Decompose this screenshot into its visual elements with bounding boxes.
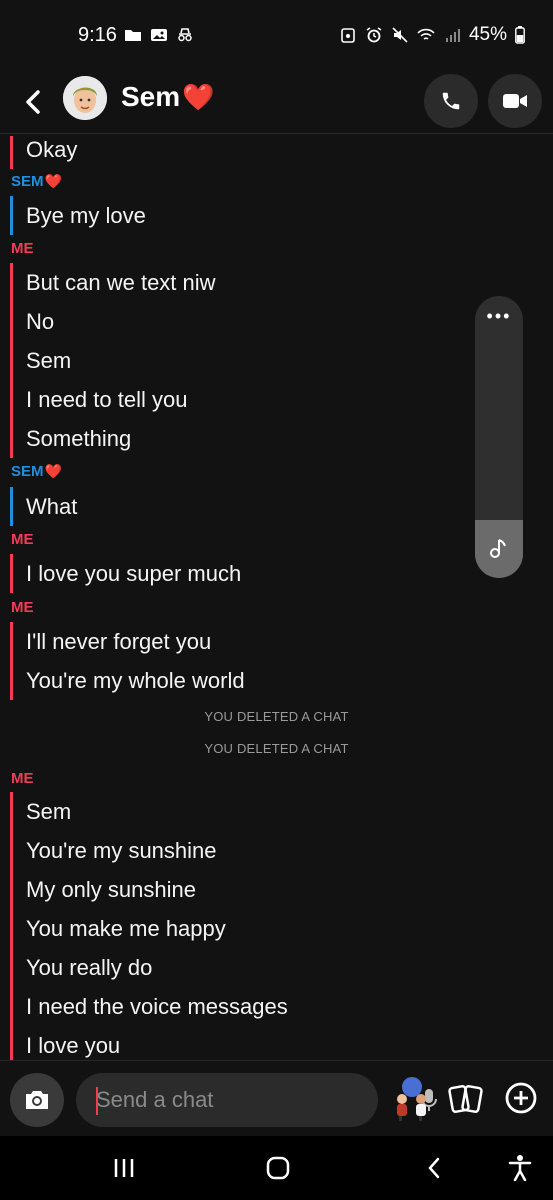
heart-emoji: ❤️ [182,81,215,112]
message-group-me: Okay [10,136,77,169]
chat-message[interactable]: You make me happy [13,909,288,948]
chat-input[interactable] [96,1073,326,1127]
cards-icon [448,1085,483,1113]
wifi-icon [417,28,435,40]
chat-message[interactable]: You're my sunshine [13,831,288,870]
chat-message[interactable]: What [13,487,77,526]
heart-emoji: ❤️ [44,463,62,479]
status-bar: 9:16 45% [0,0,553,70]
message-group-sem: What [10,487,77,526]
message-group-me: I love you super much [10,554,241,593]
folder-icon [125,30,141,41]
status-right: 45% [339,24,525,46]
chat-message[interactable]: I love you [13,1026,288,1060]
sender-label-me: ME [11,599,34,616]
chat-message[interactable]: But can we text niw [13,263,216,302]
deleted-chat-notice: YOU DELETED A CHAT [204,709,349,724]
nav-back-button[interactable] [414,1150,454,1186]
chat-message[interactable]: Sem [13,341,216,380]
chevron-left-icon [26,90,40,114]
chat-message[interactable]: You really do [13,948,288,987]
signal-icon [445,29,460,42]
system-nav-bar [0,1136,553,1200]
chat-message[interactable]: I love you super much [13,554,241,593]
add-button[interactable] [504,1081,538,1115]
chat-message[interactable]: Bye my love [13,196,146,235]
vpn-icon [341,28,355,43]
sender-label-me: ME [11,531,34,548]
status-left-icons [124,27,194,43]
message-group-me: Sem You're my sunshine My only sunshine … [10,792,288,1060]
chat-message[interactable]: My only sunshine [13,870,288,909]
chat-message[interactable]: I need to tell you [13,380,216,419]
recents-icon [114,1159,134,1177]
heart-emoji: ❤️ [44,173,62,189]
sender-label-sem: SEM ❤️ [11,173,62,190]
stickers-button[interactable] [448,1081,484,1117]
back-button[interactable] [18,80,48,124]
call-button[interactable] [424,74,478,128]
image-icon [151,29,167,41]
chat-message[interactable]: No [13,302,216,341]
more-options-icon[interactable]: ••• [475,306,523,327]
text-caret [96,1087,98,1115]
battery-icon [515,26,525,44]
music-note-icon [490,539,506,558]
sender-label-me: ME [11,770,34,787]
message-group-me: But can we text niw No Sem I need to tel… [10,263,216,458]
bitmoji-friends-icon [397,1077,426,1121]
status-time: 9:16 [78,24,117,46]
bitmoji-button[interactable] [390,1075,434,1121]
floating-scroll-widget[interactable]: ••• [475,296,523,578]
home-button[interactable] [258,1150,298,1186]
accessibility-button[interactable] [500,1150,540,1186]
sender-label-sem: SEM ❤️ [11,463,62,480]
chat-message[interactable]: Sem [13,792,288,831]
chat-header: Sem ❤️ [0,70,553,134]
message-group-me: I'll never forget you You're my whole wo… [10,622,245,700]
chat-message[interactable]: I'll never forget you [13,622,245,661]
camera-button[interactable] [10,1073,64,1127]
camera-icon [26,1091,48,1109]
composer-bar [0,1060,553,1136]
accessibility-icon [508,1155,532,1182]
home-icon [266,1156,290,1180]
message-group-sem: Bye my love [10,196,146,235]
incognito-icon [178,28,192,42]
recents-button[interactable] [104,1150,144,1186]
contact-name-text: Sem [121,81,181,112]
chat-message[interactable]: Okay [13,136,77,169]
back-icon [428,1157,440,1179]
battery-percent: 45% [468,24,507,45]
deleted-chat-notice: YOU DELETED A CHAT [204,741,349,756]
video-icon [503,94,527,108]
video-call-button[interactable] [488,74,542,128]
chat-message[interactable]: I need the voice messages [13,987,288,1026]
chat-thread[interactable]: Okay SEM ❤️ Bye my love ME But can we tex… [0,136,553,1060]
avatar[interactable] [63,76,107,120]
plus-circle-icon [505,1082,537,1114]
phone-icon [442,92,460,110]
chat-message[interactable]: Something [13,419,216,458]
chat-input-container[interactable] [76,1073,437,1127]
alarm-icon [366,27,382,43]
sender-label-me: ME [11,240,34,257]
bitmoji-avatar-icon [63,76,107,120]
scroll-handle[interactable] [475,520,523,578]
mute-icon [392,27,408,43]
contact-name[interactable]: Sem ❤️ [121,81,215,113]
chat-message[interactable]: You're my whole world [13,661,245,700]
